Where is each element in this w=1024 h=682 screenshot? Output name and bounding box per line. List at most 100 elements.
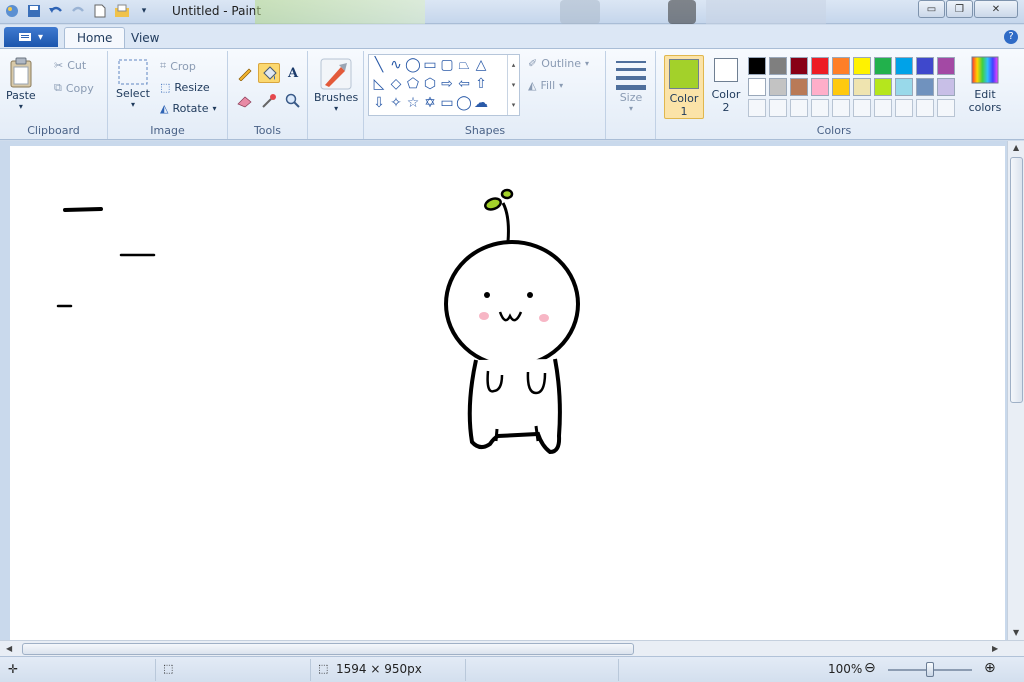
scroll-right-icon[interactable]: ▶ (992, 644, 998, 653)
tab-home[interactable]: Home (64, 27, 126, 48)
paint-app-icon[interactable] (4, 3, 20, 19)
color-swatch[interactable] (895, 99, 913, 117)
fill-icon[interactable] (258, 63, 280, 83)
rectangle-shape-icon[interactable]: ▭ (422, 57, 438, 73)
callout-oval-shape-icon[interactable]: ◯ (456, 95, 472, 111)
color1-button[interactable]: Color 1 (664, 55, 704, 119)
tab-view[interactable]: View (119, 27, 171, 48)
color-swatch[interactable] (748, 57, 766, 75)
customize-qat-icon[interactable]: ▾ (136, 3, 152, 19)
open-folder-icon[interactable] (114, 3, 130, 19)
help-icon[interactable]: ? (1004, 30, 1018, 44)
color-swatch[interactable] (811, 99, 829, 117)
color-swatch[interactable] (853, 99, 871, 117)
color-picker-icon[interactable] (258, 91, 280, 111)
file-menu-button[interactable]: ▾ (4, 27, 58, 47)
zoom-in-icon[interactable]: ⊕ (984, 660, 996, 676)
five-point-star-shape-icon[interactable]: ☆ (405, 95, 421, 111)
color-swatch[interactable] (853, 78, 871, 96)
right-triangle-shape-icon[interactable]: ◺ (371, 76, 387, 92)
brushes-button[interactable]: Brushes ▾ (314, 57, 358, 113)
up-arrow-shape-icon[interactable]: ⇧ (473, 76, 489, 92)
outline-button[interactable]: ✐ Outline ▾ (528, 57, 589, 70)
color2-swatch (714, 58, 738, 82)
color-swatch[interactable] (937, 78, 955, 96)
color-swatch[interactable] (811, 78, 829, 96)
six-point-star-shape-icon[interactable]: ✡ (422, 95, 438, 111)
close-icon[interactable]: ✕ (974, 0, 1018, 18)
color-swatch[interactable] (916, 99, 934, 117)
color-swatch[interactable] (874, 78, 892, 96)
color-swatch[interactable] (937, 57, 955, 75)
color-swatch[interactable] (832, 57, 850, 75)
text-tool-icon[interactable]: A (282, 63, 304, 83)
zoom-out-icon[interactable]: ⊖ (864, 660, 876, 676)
curve-shape-icon[interactable]: ∿ (388, 57, 404, 73)
callout-cloud-shape-icon[interactable]: ☁ (473, 95, 489, 111)
color-swatch[interactable] (790, 78, 808, 96)
undo-icon[interactable] (48, 3, 64, 19)
down-arrow-shape-icon[interactable]: ⇩ (371, 95, 387, 111)
color-swatch[interactable] (916, 57, 934, 75)
color-swatch[interactable] (895, 78, 913, 96)
color-swatch[interactable] (874, 57, 892, 75)
crop-button[interactable]: ⌗ Crop (160, 59, 196, 73)
copy-button[interactable]: ⧉ Copy (54, 81, 94, 95)
magnifier-icon[interactable] (282, 91, 304, 111)
rounded-rectangle-shape-icon[interactable]: ▢ (439, 57, 455, 73)
cut-button[interactable]: ✂ Cut (54, 59, 86, 72)
shapes-scroll[interactable]: ▴ ▾ ▾ (507, 55, 519, 115)
color-swatch[interactable] (748, 99, 766, 117)
scroll-left-icon[interactable]: ◀ (6, 644, 12, 653)
vertical-scrollbar[interactable]: ▲ ▼ (1007, 141, 1024, 640)
color-swatch[interactable] (937, 99, 955, 117)
drawing-canvas[interactable] (10, 146, 1005, 640)
horizontal-scroll-thumb[interactable] (22, 643, 634, 655)
color-swatch[interactable] (790, 99, 808, 117)
color-swatch[interactable] (895, 57, 913, 75)
resize-button[interactable]: ⬚ Resize (160, 81, 210, 94)
callout-rect-shape-icon[interactable]: ▭ (439, 95, 455, 111)
pencil-icon[interactable] (234, 63, 256, 83)
color-swatch[interactable] (748, 78, 766, 96)
scroll-down-icon[interactable]: ▼ (1013, 628, 1019, 637)
left-arrow-shape-icon[interactable]: ⇦ (456, 76, 472, 92)
color-swatch[interactable] (790, 57, 808, 75)
rotate-button[interactable]: ◭ Rotate ▾ (160, 102, 217, 115)
new-file-icon[interactable] (92, 3, 108, 19)
color-swatch[interactable] (874, 99, 892, 117)
horizontal-scrollbar[interactable]: ◀ ▶ (0, 640, 1024, 656)
diamond-shape-icon[interactable]: ◇ (388, 76, 404, 92)
line-shape-icon[interactable]: ╲ (371, 57, 387, 73)
oval-shape-icon[interactable]: ◯ (405, 57, 421, 73)
eraser-icon[interactable] (234, 91, 256, 111)
fill-button[interactable]: ◭ Fill ▾ (528, 79, 563, 92)
color-swatch[interactable] (769, 57, 787, 75)
color-swatch[interactable] (769, 78, 787, 96)
color2-button[interactable]: Color 2 (708, 58, 744, 114)
polygon-shape-icon[interactable]: ⏢ (456, 57, 472, 73)
minimize-icon[interactable]: ▭ (918, 0, 945, 18)
color-swatch[interactable] (811, 57, 829, 75)
color-swatch[interactable] (853, 57, 871, 75)
edit-colors-button[interactable]: Edit colors (962, 55, 1008, 114)
vertical-scroll-thumb[interactable] (1010, 157, 1023, 403)
divider (618, 659, 619, 681)
redo-icon[interactable] (70, 3, 86, 19)
save-icon[interactable] (26, 3, 42, 19)
select-button[interactable]: Select ▾ (116, 57, 150, 109)
color-swatch[interactable] (832, 78, 850, 96)
color-swatch[interactable] (832, 99, 850, 117)
color-swatch[interactable] (769, 99, 787, 117)
triangle-shape-icon[interactable]: △ (473, 57, 489, 73)
four-point-star-shape-icon[interactable]: ✧ (388, 95, 404, 111)
paste-button[interactable]: Paste ▾ (6, 57, 36, 111)
right-arrow-shape-icon[interactable]: ⇨ (439, 76, 455, 92)
zoom-slider-thumb[interactable] (926, 662, 934, 677)
size-button[interactable]: Size ▾ (615, 57, 647, 113)
maximize-icon[interactable]: ❐ (946, 0, 973, 18)
color-swatch[interactable] (916, 78, 934, 96)
hexagon-shape-icon[interactable]: ⬡ (422, 76, 438, 92)
pentagon-shape-icon[interactable]: ⬠ (405, 76, 421, 92)
scroll-up-icon[interactable]: ▲ (1013, 143, 1019, 152)
